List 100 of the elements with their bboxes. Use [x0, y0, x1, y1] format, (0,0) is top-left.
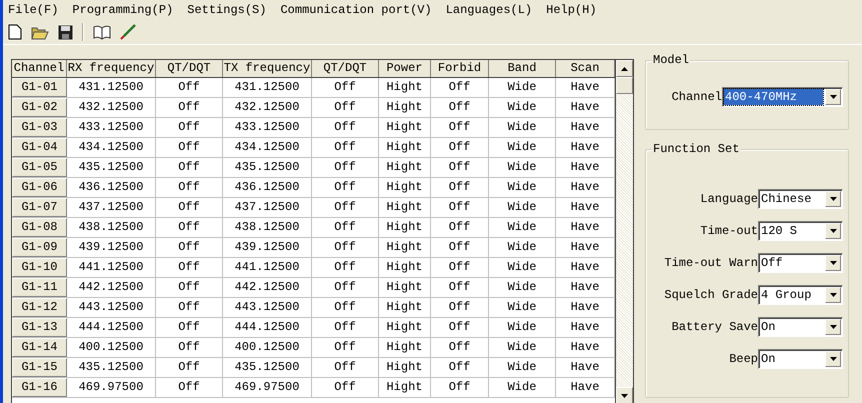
table-cell: Wide — [489, 78, 556, 97]
menu-item[interactable]: Help(H) — [546, 3, 597, 17]
table-cell: 433.12500 — [223, 118, 312, 137]
table-cell: Off — [312, 378, 379, 397]
field-label: Time-out Warn — [664, 256, 758, 270]
table-cell: 444.12500 — [67, 318, 156, 337]
scroll-up-button[interactable] — [616, 60, 633, 77]
table-cell: Off — [156, 138, 223, 157]
table-cell: Off — [156, 298, 223, 317]
table-cell: Wide — [489, 98, 556, 117]
table-cell: Off — [431, 378, 489, 397]
field-label: Language — [700, 192, 758, 206]
table-cell: 400.12500 — [67, 338, 156, 357]
table-cell: Off — [431, 118, 489, 137]
dropdown-arrow-icon[interactable] — [830, 293, 836, 297]
table-cell: Hight — [379, 158, 431, 177]
table-cell: Off — [156, 318, 223, 337]
row-header: G1-13 — [12, 318, 67, 337]
table-cell: Hight — [379, 378, 431, 397]
table-cell: 431.12500 — [67, 78, 156, 97]
column-header: Scan — [556, 60, 615, 77]
field-label: Time-out — [700, 224, 758, 238]
dropdown-arrow-icon[interactable] — [830, 197, 836, 201]
row-header: G1-05 — [12, 158, 67, 177]
table-cell: 435.12500 — [223, 158, 312, 177]
table-cell: Off — [156, 78, 223, 97]
table-cell: Off — [312, 258, 379, 277]
open-folder-icon[interactable] — [31, 24, 49, 40]
table-cell: 433.12500 — [67, 118, 156, 137]
save-icon[interactable] — [58, 24, 73, 40]
table-cell: 436.12500 — [223, 178, 312, 197]
table-cell: 441.12500 — [67, 258, 156, 277]
table-cell: Hight — [379, 78, 431, 97]
table-cell: 469.97500 — [67, 378, 156, 397]
table-cell: Hight — [379, 278, 431, 297]
menu-item[interactable]: Settings(S) — [187, 3, 266, 17]
table-cell: Off — [312, 338, 379, 357]
table-cell: Wide — [489, 318, 556, 337]
table-cell: 435.12500 — [67, 158, 156, 177]
table-cell: 438.12500 — [67, 218, 156, 237]
table-cell: Hight — [379, 218, 431, 237]
table-cell: Wide — [489, 178, 556, 197]
row-header: G1-07 — [12, 198, 67, 217]
scroll-down-button[interactable] — [616, 387, 633, 403]
row-header: G1-12 — [12, 298, 67, 317]
table-cell: Off — [312, 178, 379, 197]
table-cell: 443.12500 — [67, 298, 156, 317]
table-cell: Wide — [489, 378, 556, 397]
table-cell: 439.12500 — [223, 238, 312, 257]
table-cell: 439.12500 — [67, 238, 156, 257]
dropdown-arrow-icon[interactable] — [830, 357, 836, 361]
table-cell: 434.12500 — [67, 138, 156, 157]
dropdown[interactable]: Chinese — [758, 189, 843, 209]
row-header: G1-02 — [12, 98, 67, 117]
table-cell: 432.12500 — [67, 98, 156, 117]
table-cell: Off — [312, 358, 379, 377]
dropdown[interactable]: 120 S — [758, 221, 843, 241]
table-cell: Off — [312, 218, 379, 237]
column-header: Band — [489, 60, 556, 77]
column-header: Power — [379, 60, 431, 77]
table-cell: Off — [156, 178, 223, 197]
row-header: G1-15 — [12, 358, 67, 377]
table-cell: Hight — [379, 258, 431, 277]
table-cell: Off — [431, 358, 489, 377]
dropdown-arrow-icon[interactable] — [830, 229, 836, 233]
channel-dropdown[interactable]: 400-470MHz — [722, 87, 843, 107]
scroll-thumb[interactable] — [616, 77, 633, 94]
row-header: G1-10 — [12, 258, 67, 277]
table-cell: 441.12500 — [223, 258, 312, 277]
table-cell: Wide — [489, 358, 556, 377]
menu-item[interactable]: Languages(L) — [446, 3, 532, 17]
dropdown[interactable]: 4 Group — [758, 285, 843, 305]
dropdown[interactable]: Off — [758, 253, 843, 273]
table-cell: Wide — [489, 258, 556, 277]
field-label: Channel — [672, 90, 722, 104]
down-arrow-icon — [621, 394, 628, 398]
menu-item[interactable]: Communication port(V) — [280, 3, 432, 17]
dropdown-arrow-icon[interactable] — [830, 325, 836, 329]
table-cell: 437.12500 — [223, 198, 312, 217]
scrollbar[interactable] — [615, 60, 633, 403]
table-cell: 444.12500 — [223, 318, 312, 337]
table-cell: 443.12500 — [223, 298, 312, 317]
table-cell: Hight — [379, 238, 431, 257]
table-cell: 432.12500 — [223, 98, 312, 117]
dropdown-arrow-icon[interactable] — [830, 261, 836, 265]
menu-item[interactable]: Programming(P) — [72, 3, 174, 17]
new-file-icon[interactable] — [8, 24, 22, 40]
table-cell: 438.12500 — [223, 218, 312, 237]
book-icon[interactable] — [93, 24, 111, 40]
table-cell: Off — [431, 238, 489, 257]
column-header: TX frequency — [223, 60, 312, 77]
dropdown[interactable]: On — [758, 349, 843, 369]
row-header: G1-01 — [12, 78, 67, 97]
table-cell: 437.12500 — [67, 198, 156, 217]
menu-item[interactable]: File(F) — [8, 3, 58, 17]
dropdown-arrow-icon[interactable] — [830, 95, 836, 99]
dropdown[interactable]: On — [758, 317, 843, 337]
table-cell: Wide — [489, 238, 556, 257]
table-cell: 435.12500 — [223, 358, 312, 377]
pen-icon[interactable] — [120, 24, 136, 40]
